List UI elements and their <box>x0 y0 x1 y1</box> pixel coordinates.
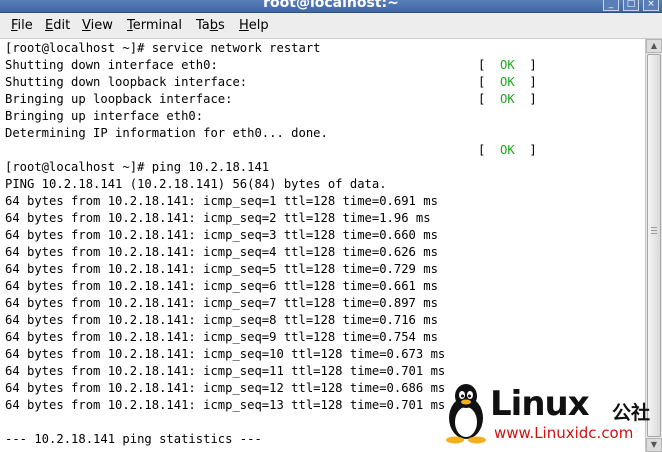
window-titlebar[interactable]: root@localhost:~ _ □ × <box>0 0 662 13</box>
terminal-line: Bringing up interface eth0: <box>5 109 204 123</box>
terminal-line: 64 bytes from 10.2.18.141: icmp_seq=9 tt… <box>5 330 438 344</box>
thumb-grip <box>651 233 657 234</box>
terminal-line: [root@localhost ~]# service network rest… <box>5 41 321 55</box>
terminal-line: 64 bytes from 10.2.18.141: icmp_seq=10 t… <box>5 347 446 361</box>
thumb-grip <box>651 227 657 228</box>
menu-terminal[interactable]: Terminal <box>127 18 182 33</box>
terminal-line: 64 bytes from 10.2.18.141: icmp_seq=13 t… <box>5 398 446 412</box>
menu-edit[interactable]: Edit <box>45 18 70 33</box>
terminal-line: 64 bytes from 10.2.18.141: icmp_seq=2 tt… <box>5 211 431 225</box>
terminal-line: 64 bytes from 10.2.18.141: icmp_seq=8 tt… <box>5 313 438 327</box>
status-ok-badge: [ OK ] <box>478 92 537 106</box>
menu-help[interactable]: Help <box>239 18 269 33</box>
terminal-line: 64 bytes from 10.2.18.141: icmp_seq=1 tt… <box>5 194 438 208</box>
menubar: File Edit View Terminal Tabs Help <box>0 13 662 39</box>
terminal-line: PING 10.2.18.141 (10.2.18.141) 56(84) by… <box>5 177 387 191</box>
menu-file[interactable]: File <box>11 18 33 33</box>
scroll-up-arrow-icon[interactable]: ▲ <box>646 39 662 53</box>
maximize-icon[interactable]: □ <box>623 0 639 11</box>
scroll-thumb[interactable] <box>647 54 661 437</box>
status-ok-badge: [ OK ] <box>478 75 537 89</box>
close-icon[interactable]: × <box>643 0 659 11</box>
status-ok-badge: [ OK ] <box>478 58 537 72</box>
terminal-line: 64 bytes from 10.2.18.141: icmp_seq=11 t… <box>5 364 446 378</box>
thumb-grip <box>651 230 657 231</box>
terminal-line: 64 bytes from 10.2.18.141: icmp_seq=3 tt… <box>5 228 438 242</box>
terminal-line: 64 bytes from 10.2.18.141: icmp_seq=5 tt… <box>5 262 438 276</box>
watermark-cn: 公社 <box>612 402 651 424</box>
terminal-line: 64 bytes from 10.2.18.141: icmp_seq=12 t… <box>5 381 446 395</box>
terminal-line: 64 bytes from 10.2.18.141: icmp_seq=6 tt… <box>5 279 438 293</box>
terminal-line: 64 bytes from 10.2.18.141: icmp_seq=4 tt… <box>5 245 438 259</box>
watermark-logo: Linux 公社 www.Linuxidc.com <box>442 382 660 444</box>
terminal-line: 64 bytes from 10.2.18.141: icmp_seq=7 tt… <box>5 296 438 310</box>
terminal-line: Shutting down loopback interface: <box>5 75 248 89</box>
terminal-line: --- 10.2.18.141 ping statistics --- <box>5 432 262 446</box>
terminal-line: Determining IP information for eth0... d… <box>5 126 328 140</box>
menu-tabs[interactable]: Tabs <box>196 18 225 33</box>
tux-penguin-icon <box>446 384 486 444</box>
status-ok-badge: [ OK ] <box>478 143 537 157</box>
terminal-line: Bringing up loopback interface: <box>5 92 233 106</box>
terminal-line: Shutting down interface eth0: <box>5 58 218 72</box>
terminal-line: [root@localhost ~]# ping 10.2.18.141 <box>5 160 270 174</box>
watermark-brand: Linux <box>490 384 590 424</box>
menu-view[interactable]: View <box>82 18 113 33</box>
minimize-icon[interactable]: _ <box>603 0 619 11</box>
watermark-url: www.Linuxidc.com <box>494 424 634 442</box>
window-title: root@localhost:~ <box>263 0 399 11</box>
